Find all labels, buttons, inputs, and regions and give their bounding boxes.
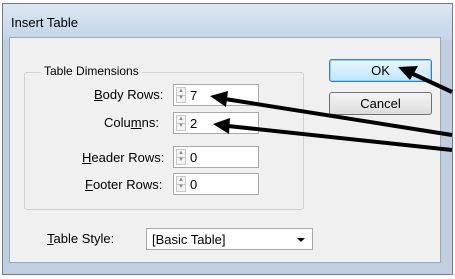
table-dimensions-legend: Table Dimensions [41, 64, 142, 78]
body-rows-value[interactable]: 7 [190, 88, 197, 103]
cancel-button[interactable]: Cancel [329, 92, 432, 115]
columns-label-prefix: Colu [104, 115, 131, 130]
columns-access-key: m [130, 115, 142, 130]
ok-button[interactable]: OK [329, 59, 432, 82]
footer-rows-label: Footer Rows: [85, 177, 162, 192]
columns-label: Columns: [104, 115, 159, 130]
body-rows-spinner[interactable]: ▲ ▼ 7 [173, 84, 259, 106]
header-rows-label-text: eader Rows: [91, 150, 165, 165]
table-style-value: [Basic Table] [152, 232, 226, 247]
header-rows-spin-buttons[interactable]: ▲ ▼ [176, 149, 186, 165]
header-rows-spinner[interactable]: ▲ ▼ 0 [173, 146, 259, 168]
header-rows-value[interactable]: 0 [190, 150, 197, 165]
body-rows-access-key: B [94, 87, 103, 102]
dialog-title: Insert Table [11, 15, 78, 30]
columns-label-text: ns: [141, 115, 159, 130]
table-style-label: Table Style: [47, 231, 114, 246]
body-rows-label-text: ody Rows: [102, 87, 164, 102]
spin-down-arrow-icon[interactable]: ▼ [177, 123, 185, 130]
header-rows-label: Header Rows: [82, 150, 164, 165]
dialog-title-bar[interactable]: Insert Table [3, 4, 452, 40]
table-style-label-text: able Style: [53, 231, 115, 246]
spin-down-arrow-icon[interactable]: ▼ [177, 95, 185, 102]
columns-value[interactable]: 2 [190, 116, 197, 131]
body-rows-spin-buttons[interactable]: ▲ ▼ [176, 87, 186, 103]
table-dimensions-group [24, 72, 304, 210]
header-rows-access-key: H [82, 150, 92, 165]
columns-spinner[interactable]: ▲ ▼ 2 [173, 112, 259, 134]
footer-rows-spinner[interactable]: ▲ ▼ 0 [173, 173, 259, 195]
footer-rows-spin-buttons[interactable]: ▲ ▼ [176, 176, 186, 192]
screenshot: Insert Table Table Dimensions Body Rows:… [0, 0, 455, 279]
chevron-down-icon[interactable] [297, 238, 305, 242]
spin-down-arrow-icon[interactable]: ▼ [177, 157, 185, 164]
footer-rows-label-text: ooter Rows: [92, 177, 163, 192]
footer-rows-access-key: F [85, 177, 93, 192]
footer-rows-value[interactable]: 0 [190, 177, 197, 192]
columns-spin-buttons[interactable]: ▲ ▼ [176, 115, 186, 131]
table-style-select[interactable]: [Basic Table] [146, 228, 313, 250]
spin-down-arrow-icon[interactable]: ▼ [177, 184, 185, 191]
body-rows-label: Body Rows: [94, 87, 163, 102]
